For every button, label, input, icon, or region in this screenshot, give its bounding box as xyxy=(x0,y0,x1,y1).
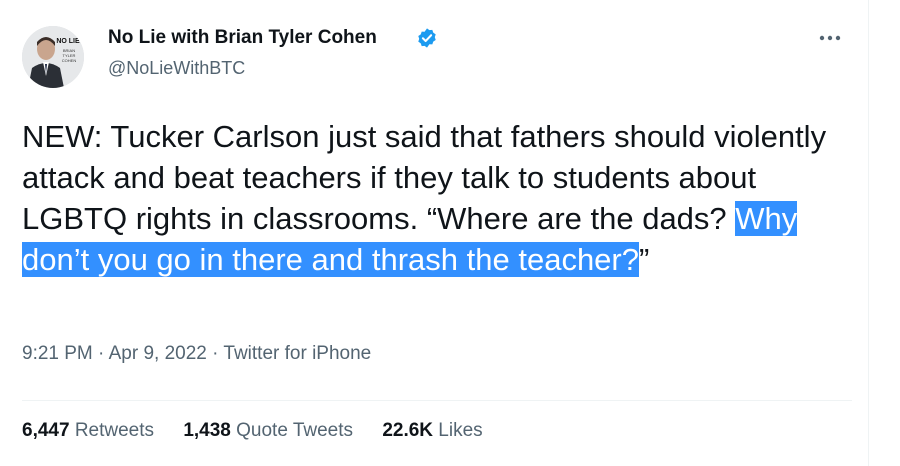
retweets-stat[interactable]: 6,447 Retweets xyxy=(22,420,154,442)
avatar-logo-text: NO LIE xyxy=(56,38,80,45)
avatar[interactable]: NO LIE BRIAN TYLER COHEN xyxy=(22,26,84,88)
tweet-date[interactable]: Apr 9, 2022 xyxy=(109,343,207,364)
more-options-button[interactable] xyxy=(816,24,844,52)
tweet-stats: 6,447 Retweets 1,438 Quote Tweets 22.6K … xyxy=(22,420,507,442)
tweet-metadata: 9:21 PM · Apr 9, 2022 · Twitter for iPho… xyxy=(22,343,371,365)
svg-text:COHEN: COHEN xyxy=(62,58,77,63)
more-dots-icon xyxy=(819,35,841,41)
quote-tweets-label: Quote Tweets xyxy=(236,420,354,441)
retweets-label: Retweets xyxy=(74,420,155,441)
author-handle[interactable]: @NoLieWithBTC xyxy=(108,58,245,79)
meta-separator: · xyxy=(98,343,105,364)
tweet-source[interactable]: Twitter for iPhone xyxy=(223,343,371,364)
tweet-time[interactable]: 9:21 PM xyxy=(22,343,93,364)
likes-count: 22.6K xyxy=(382,420,434,441)
tweet-text-tail: ” xyxy=(639,242,650,277)
likes-stat[interactable]: 22.6K Likes xyxy=(382,420,482,442)
tweet-text-plain: NEW: Tucker Carlson just said that fathe… xyxy=(22,119,827,236)
timeline-border xyxy=(868,0,869,466)
verified-badge-icon xyxy=(418,28,436,48)
author-display-name[interactable]: No Lie with Brian Tyler Cohen xyxy=(108,27,377,49)
meta-separator: · xyxy=(212,343,219,364)
tweet-text: NEW: Tucker Carlson just said that fathe… xyxy=(22,116,862,280)
retweets-count: 6,447 xyxy=(22,420,70,441)
quote-tweets-stat[interactable]: 1,438 Quote Tweets xyxy=(183,420,353,442)
quote-tweets-count: 1,438 xyxy=(183,420,231,441)
avatar-image: NO LIE BRIAN TYLER COHEN xyxy=(22,26,84,88)
likes-label: Likes xyxy=(438,420,483,441)
divider xyxy=(22,400,852,401)
